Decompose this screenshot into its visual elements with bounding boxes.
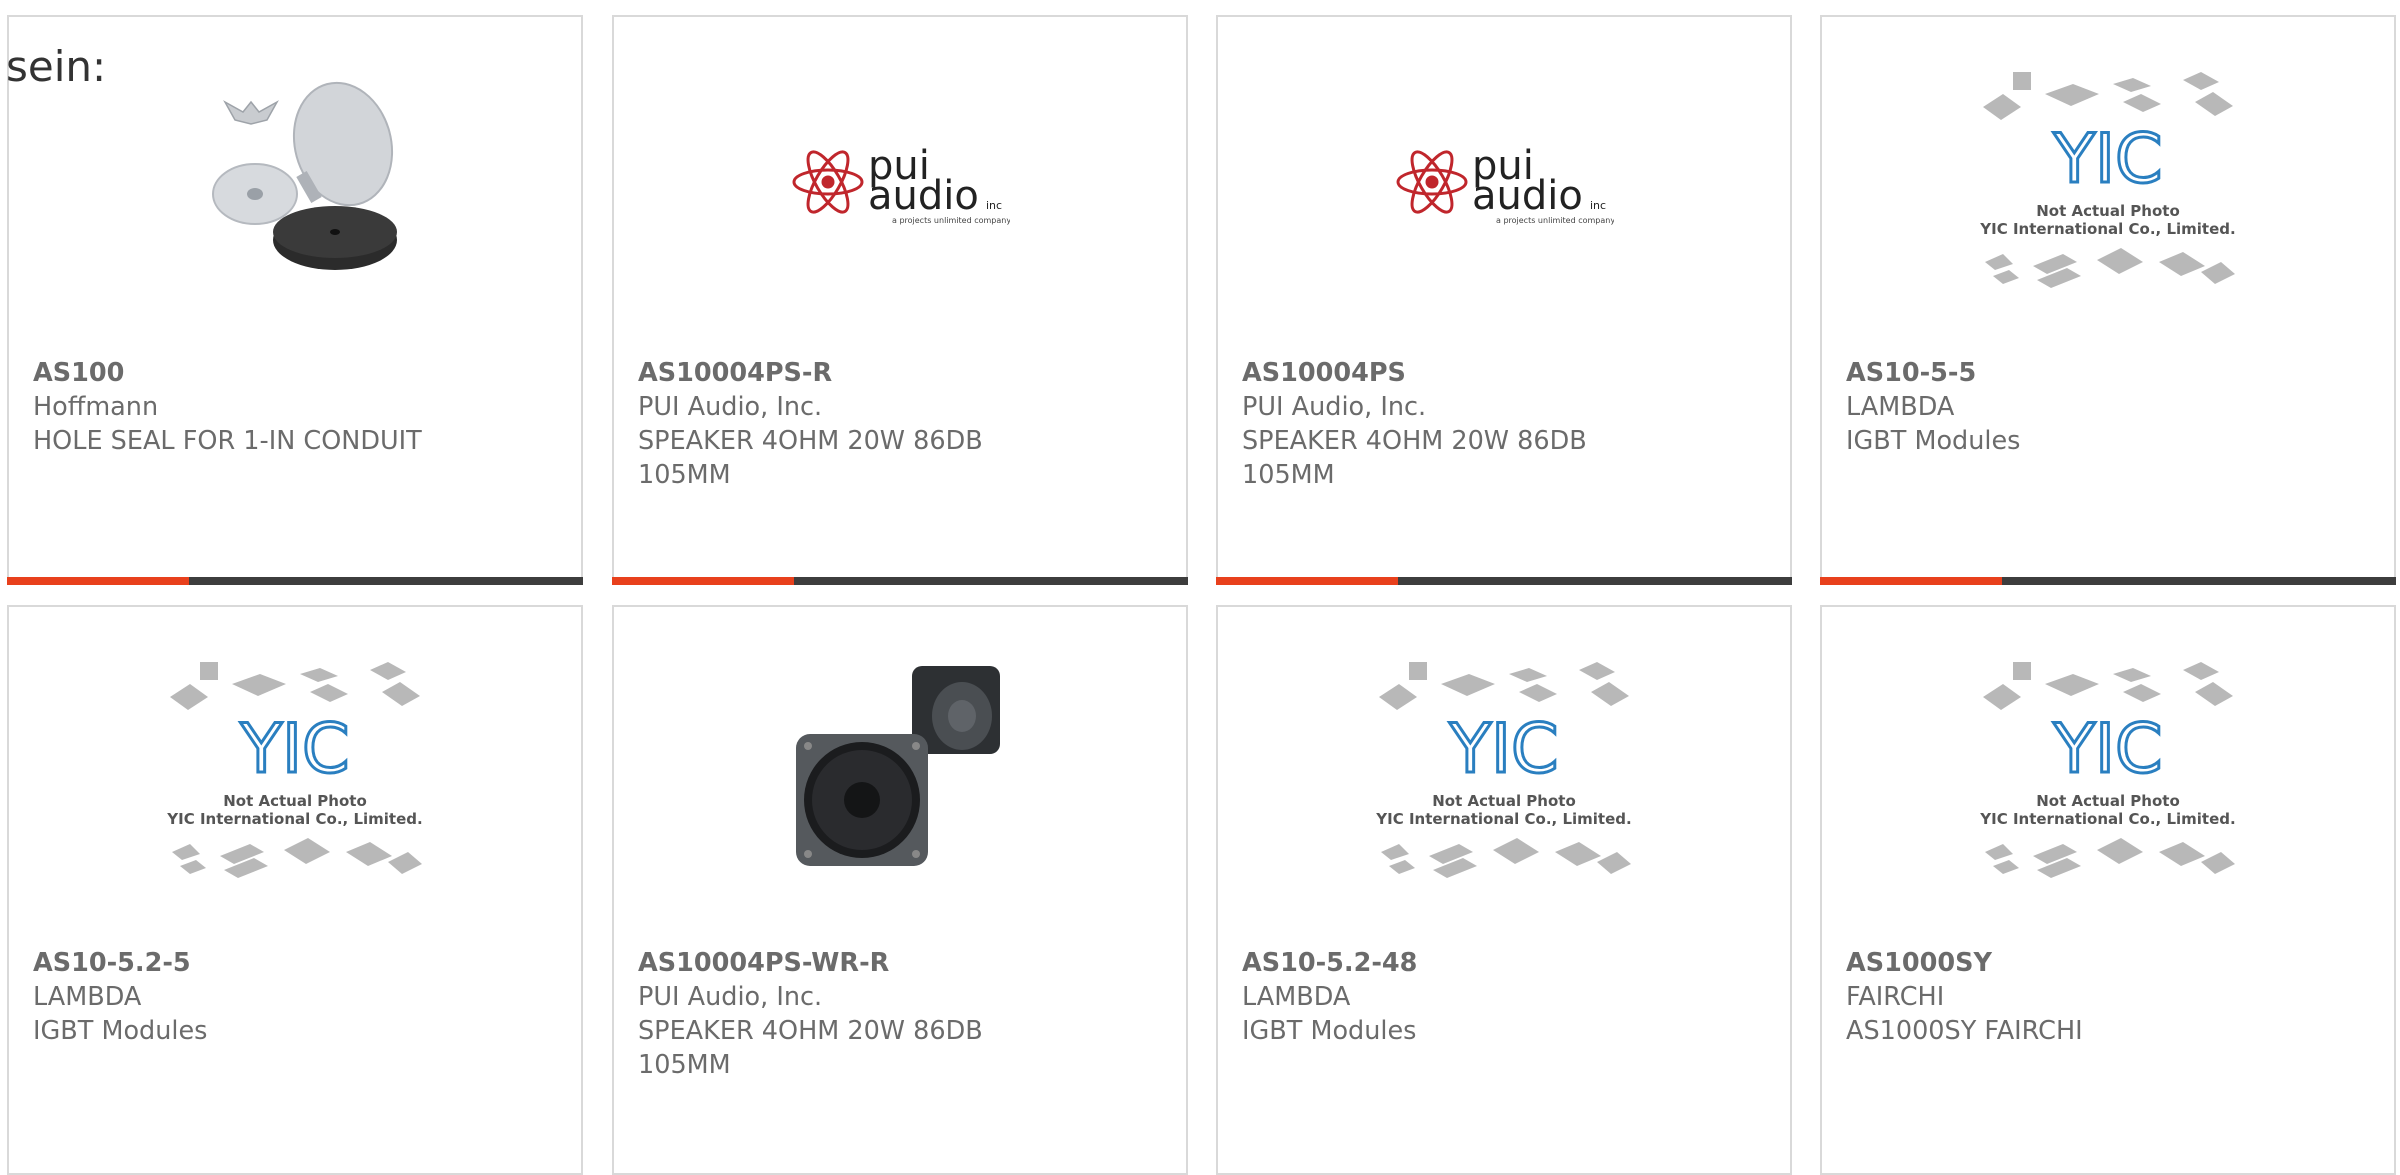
- description: SPEAKER 4OHM 20W 86DB 105MM: [638, 426, 983, 490]
- card-accent: [1216, 577, 1398, 585]
- product-info: AS10004PS-WR-R PUI Audio, Inc. SPEAKER 4…: [638, 946, 1058, 1082]
- yic-line1: Not Actual Photo: [1432, 792, 1576, 810]
- product-info: AS10004PS-R PUI Audio, Inc. SPEAKER 4OHM…: [638, 356, 1058, 492]
- card-accent: [7, 577, 189, 585]
- yic-line2: YIC International Co., Limited.: [1979, 220, 2235, 238]
- product-card[interactable]: AS10004PS-WR-R PUI Audio, Inc. SPEAKER 4…: [612, 605, 1188, 1175]
- yic-line1: Not Actual Photo: [2036, 792, 2180, 810]
- product-image[interactable]: [614, 652, 1186, 892]
- product-card[interactable]: YIC Not Actual Photo YIC International C…: [1820, 605, 2396, 1175]
- product-info: AS1000SY FAIRCHI AS1000SY FAIRCHI: [1846, 946, 2266, 1048]
- part-number[interactable]: AS10004PS-R: [638, 356, 1058, 390]
- product-info: AS10-5.2-48 LAMBDA IGBT Modules: [1242, 946, 1662, 1048]
- product-card[interactable]: YIC Not Actual Photo YIC International C…: [7, 605, 583, 1175]
- product-info: AS10004PS PUI Audio, Inc. SPEAKER 4OHM 2…: [1242, 356, 1662, 492]
- part-number[interactable]: AS10-5.2-48: [1242, 946, 1662, 980]
- description: IGBT Modules: [1242, 1016, 1417, 1046]
- part-number[interactable]: AS10004PS-WR-R: [638, 946, 1058, 980]
- description: AS1000SY FAIRCHI: [1846, 1016, 2083, 1046]
- product-image[interactable]: YIC Not Actual Photo YIC International C…: [1822, 652, 2394, 892]
- card-bottom-bar: [1820, 577, 2396, 585]
- yic-placeholder: YIC Not Actual Photo YIC International C…: [166, 662, 423, 878]
- card-bottom-bar: [7, 577, 583, 585]
- pui-audio-logo: pui audio inc a projects unlimited compa…: [1396, 143, 1614, 225]
- pui-line2: audio: [868, 173, 979, 219]
- manufacturer: LAMBDA: [1846, 392, 1955, 422]
- yic-logo: YIC: [2052, 120, 2162, 199]
- yic-line2: YIC International Co., Limited.: [1375, 810, 1631, 828]
- card-bottom-bar: [612, 577, 1188, 585]
- product-image[interactable]: YIC Not Actual Photo YIC International C…: [9, 652, 581, 892]
- yic-logo: YIC: [1448, 710, 1558, 789]
- manufacturer: Hoffmann: [33, 392, 159, 422]
- manufacturer: PUI Audio, Inc.: [638, 982, 823, 1012]
- yic-placeholder: YIC Not Actual Photo YIC International C…: [1979, 72, 2236, 288]
- manufacturer: PUI Audio, Inc.: [638, 392, 823, 422]
- description: IGBT Modules: [33, 1016, 208, 1046]
- product-image[interactable]: YIC Not Actual Photo YIC International C…: [1218, 652, 1790, 892]
- product-info: AS100 Hoffmann HOLE SEAL FOR 1-IN CONDUI…: [33, 356, 453, 458]
- description: HOLE SEAL FOR 1-IN CONDUIT: [33, 426, 422, 456]
- yic-logo: YIC: [2052, 710, 2162, 789]
- description: SPEAKER 4OHM 20W 86DB 105MM: [1242, 426, 1587, 490]
- manufacturer: LAMBDA: [33, 982, 142, 1012]
- pui-suffix: inc: [986, 199, 1002, 212]
- product-card[interactable]: YIC Not Actual Photo YIC International C…: [1820, 15, 2396, 585]
- intro-text: sein:: [6, 42, 107, 91]
- part-number[interactable]: AS10-5.2-5: [33, 946, 453, 980]
- yic-placeholder: YIC Not Actual Photo YIC International C…: [1375, 662, 1632, 878]
- description: IGBT Modules: [1846, 426, 2021, 456]
- part-number[interactable]: AS10004PS: [1242, 356, 1662, 390]
- manufacturer: LAMBDA: [1242, 982, 1351, 1012]
- card-accent: [612, 577, 794, 585]
- description: SPEAKER 4OHM 20W 86DB 105MM: [638, 1016, 983, 1080]
- manufacturer: FAIRCHI: [1846, 982, 1945, 1012]
- product-card[interactable]: pui audio inc a projects unlimited compa…: [1216, 15, 1792, 585]
- yic-line1: Not Actual Photo: [223, 792, 367, 810]
- part-number[interactable]: AS10-5-5: [1846, 356, 2266, 390]
- product-image[interactable]: [9, 62, 581, 302]
- pui-tagline: a projects unlimited company: [892, 216, 1010, 225]
- part-number[interactable]: AS1000SY: [1846, 946, 2266, 980]
- card-accent: [1820, 577, 2002, 585]
- product-image[interactable]: pui audio inc a projects unlimited compa…: [614, 62, 1186, 302]
- product-card[interactable]: YIC Not Actual Photo YIC International C…: [1216, 605, 1792, 1175]
- yic-logo: YIC: [239, 710, 349, 789]
- product-image[interactable]: pui audio inc a projects unlimited compa…: [1218, 62, 1790, 302]
- pui-audio-logo: pui audio inc a projects unlimited compa…: [792, 143, 1010, 225]
- speaker-photo: [796, 666, 1000, 866]
- pui-suffix: inc: [1590, 199, 1606, 212]
- manufacturer: PUI Audio, Inc.: [1242, 392, 1427, 422]
- hole-seal-photo: [185, 72, 405, 292]
- yic-line2: YIC International Co., Limited.: [166, 810, 422, 828]
- yic-line1: Not Actual Photo: [2036, 202, 2180, 220]
- yic-line2: YIC International Co., Limited.: [1979, 810, 2235, 828]
- product-image[interactable]: YIC Not Actual Photo YIC International C…: [1822, 62, 2394, 302]
- card-bottom-bar: [1216, 577, 1792, 585]
- pui-tagline: a projects unlimited company: [1496, 216, 1614, 225]
- product-info: AS10-5.2-5 LAMBDA IGBT Modules: [33, 946, 453, 1048]
- pui-line2: audio: [1472, 173, 1583, 219]
- product-card[interactable]: pui audio inc a projects unlimited compa…: [612, 15, 1188, 585]
- product-info: AS10-5-5 LAMBDA IGBT Modules: [1846, 356, 2266, 458]
- part-number[interactable]: AS100: [33, 356, 453, 390]
- yic-placeholder: YIC Not Actual Photo YIC International C…: [1979, 662, 2236, 878]
- product-card[interactable]: AS100 Hoffmann HOLE SEAL FOR 1-IN CONDUI…: [7, 15, 583, 585]
